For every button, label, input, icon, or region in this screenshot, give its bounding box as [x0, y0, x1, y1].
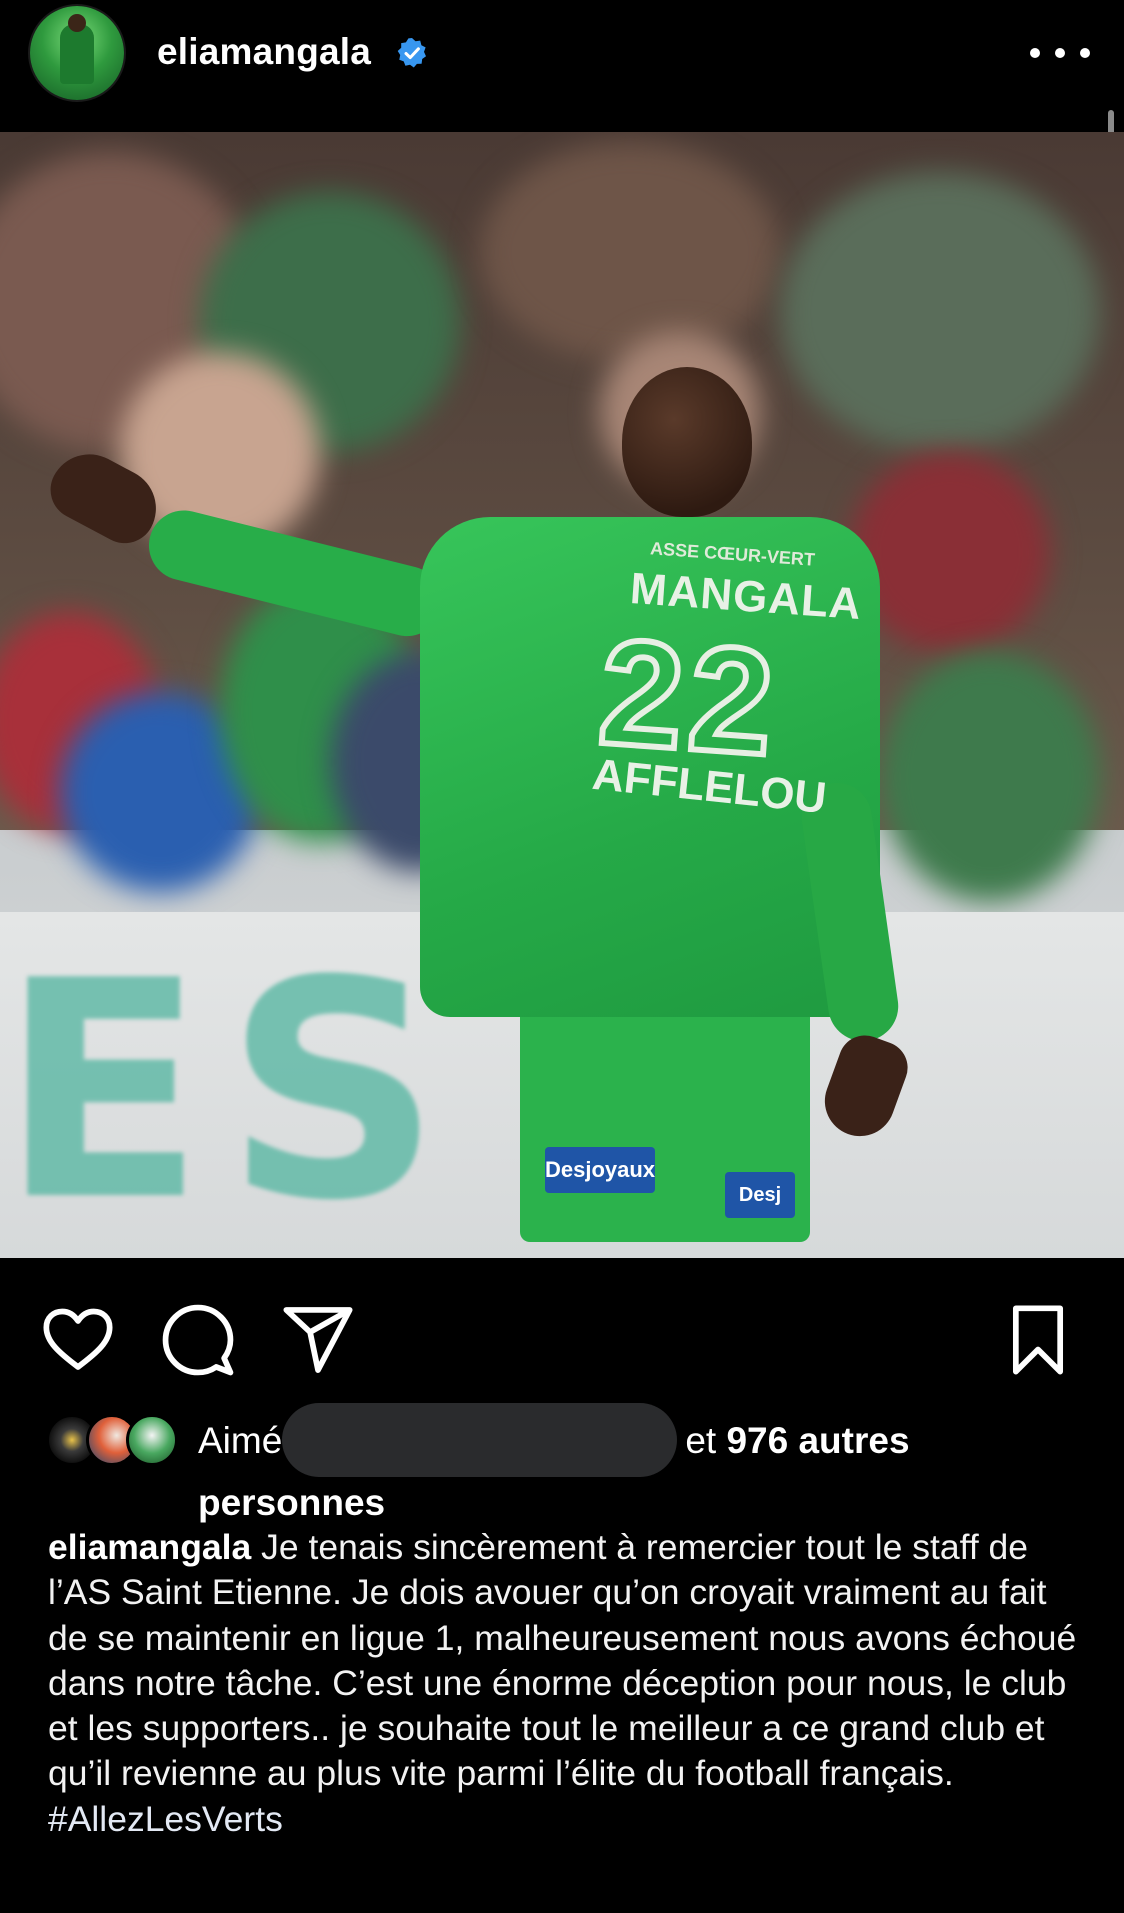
shorts-sponsor-logo: Desjoyaux [545, 1147, 655, 1193]
post-actions [0, 1258, 1124, 1408]
avatar-head [68, 14, 86, 32]
comment-icon[interactable] [160, 1302, 236, 1378]
header-username[interactable]: eliamangala [157, 28, 371, 76]
verified-badge-icon [396, 37, 428, 69]
caption-hashtag[interactable]: #AllezLesVerts [48, 1799, 283, 1839]
profile-avatar[interactable] [30, 6, 124, 100]
likes-prefix: Aimé [198, 1419, 283, 1461]
dot-icon [1080, 48, 1090, 58]
caption-username[interactable]: eliamangala [48, 1527, 251, 1567]
more-options-icon[interactable] [1030, 36, 1090, 70]
dot-icon [1055, 48, 1065, 58]
post-header: eliamangala [0, 0, 1124, 132]
crowd-blur [850, 452, 1050, 652]
liker-avatar [126, 1414, 178, 1466]
paper-plane-icon[interactable] [280, 1302, 356, 1378]
likes-summary[interactable]: Aimé et 976 autres personnes [198, 1403, 1078, 1525]
crowd-blur [480, 142, 780, 362]
liker-avatars[interactable] [46, 1412, 186, 1470]
bookmark-icon[interactable] [1000, 1302, 1076, 1378]
likes-conjunction: et [685, 1419, 717, 1461]
redacted-username [282, 1403, 678, 1477]
post-caption: eliamangala Je tenais sincèrement à reme… [48, 1525, 1088, 1842]
avatar-figure [60, 24, 94, 84]
heart-icon[interactable] [40, 1302, 116, 1378]
player-head [622, 367, 752, 517]
post-photo[interactable]: ES ! ASSE CŒUR-VERT MANGALA 22 AFFLELOU … [0, 132, 1124, 1258]
crowd-blur [780, 172, 1100, 452]
shorts-sponsor-logo: Desj [725, 1172, 795, 1218]
crowd-blur [880, 652, 1100, 902]
dot-icon [1030, 48, 1040, 58]
